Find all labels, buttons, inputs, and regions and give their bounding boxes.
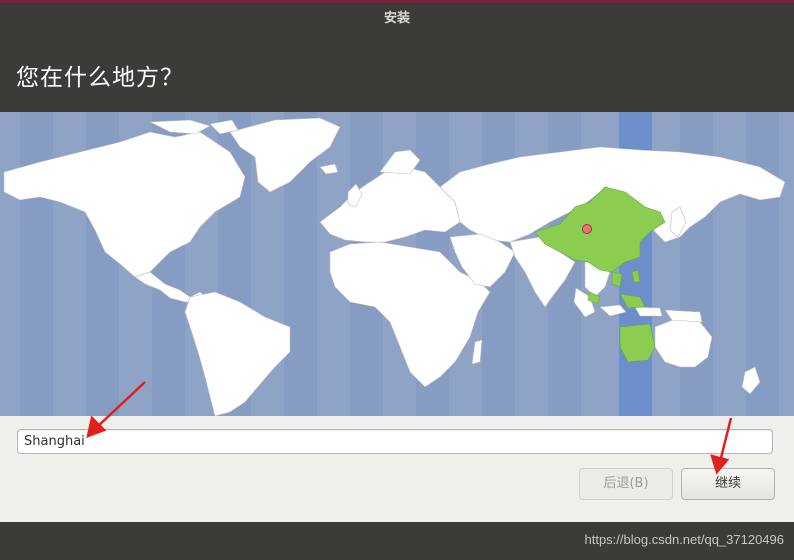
continents bbox=[3, 117, 786, 416]
window-title: 安装 bbox=[0, 3, 794, 36]
timezone-map[interactable] bbox=[0, 112, 794, 416]
watermark-text: https://blog.csdn.net/qq_37120496 bbox=[584, 532, 785, 547]
footer-bar: https://blog.csdn.net/qq_37120496 bbox=[0, 522, 794, 560]
page-header: 您在什么地方？ bbox=[0, 36, 794, 112]
location-input[interactable] bbox=[17, 429, 773, 454]
location-pin bbox=[582, 224, 592, 234]
back-button[interactable]: 后退(B) bbox=[579, 468, 673, 500]
page-title: 您在什么地方？ bbox=[16, 65, 184, 91]
continue-button[interactable]: 继续 bbox=[681, 468, 775, 500]
world-map-graphic[interactable] bbox=[0, 112, 794, 416]
